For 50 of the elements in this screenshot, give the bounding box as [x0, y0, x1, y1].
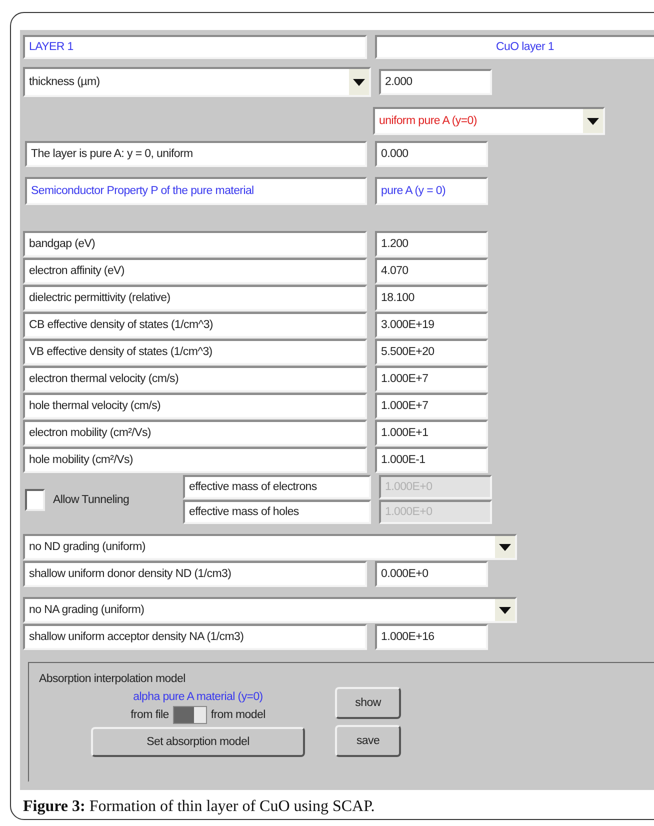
value-field[interactable]: 1.200	[375, 231, 488, 257]
property-header-field: Semiconductor Property P of the pure material	[25, 177, 367, 205]
figure-caption: Figure 3: Formation of thin layer of CuO using SCAP.	[23, 798, 376, 816]
option-label: from model	[210, 709, 266, 721]
value-field[interactable]: 1.000E+7	[375, 393, 488, 419]
property-label: electron mobility (cm²/Vs)	[23, 420, 367, 446]
property-label: CB effective density of states (1/cm^3)	[23, 312, 367, 338]
property-label: hole thermal velocity (cm/s)	[23, 393, 367, 419]
property-label: effective mass of holes	[183, 500, 371, 524]
property-label: VB effective density of states (1/cm^3)	[23, 339, 367, 365]
property-label: bandgap (eV)	[23, 231, 367, 257]
value-field[interactable]: 18.100	[375, 285, 488, 311]
action-button[interactable]: save	[335, 725, 401, 757]
grading-dropdown[interactable]: no NA grading (uniform)	[23, 597, 517, 623]
parameter-dropdown[interactable]: thickness (µm)	[23, 67, 371, 97]
property-label: dielectric permittivity (relative)	[23, 285, 367, 311]
material-label: alpha pure A material (y=0)	[133, 691, 263, 703]
composition-note-field: The layer is pure A: y = 0, uniform	[25, 141, 367, 167]
grading-dropdown[interactable]: no ND grading (uniform)	[23, 534, 517, 560]
caret-icon	[349, 69, 369, 95]
action-button[interactable]: show	[335, 687, 401, 719]
value-field[interactable]: 2.000	[379, 69, 492, 95]
value-field[interactable]: 5.500E+20	[375, 339, 488, 365]
caret-icon	[583, 109, 603, 133]
value-field[interactable]: 3.000E+19	[375, 312, 488, 338]
property-label: hole mobility (cm²/Vs)	[23, 447, 367, 473]
set-absorption-button[interactable]: Set absorption model	[91, 727, 305, 757]
property-label: shallow uniform donor density ND (1/cm3)	[23, 561, 367, 587]
tunneling-checkbox[interactable]	[25, 488, 45, 510]
layer-name-field[interactable]: LAYER 1	[23, 35, 367, 59]
value-field[interactable]: 1.000E+16	[375, 624, 488, 650]
property-label: electron affinity (eV)	[23, 258, 367, 284]
material-field: pure A (y = 0)	[375, 177, 488, 205]
caret-icon	[495, 536, 515, 558]
group-title: Absorption interpolation model	[39, 673, 186, 685]
value-field[interactable]: 0.000	[375, 141, 488, 167]
caret-icon	[495, 599, 515, 621]
source-toggle[interactable]	[172, 706, 207, 724]
property-label: shallow uniform acceptor density NA (1/cm3)	[23, 624, 367, 650]
value-field[interactable]: 4.070	[375, 258, 488, 284]
value-field[interactable]: 0.000E+0	[375, 561, 488, 587]
property-label: effective mass of electrons	[183, 475, 371, 499]
property-label: electron thermal velocity (cm/s)	[23, 366, 367, 392]
value-field[interactable]: 1.000E+7	[375, 366, 488, 392]
layer-title-field[interactable]: CuO layer 1	[375, 35, 654, 59]
checkbox-label: Allow Tunneling	[53, 494, 130, 506]
value-field[interactable]: 1.000E+1	[375, 420, 488, 446]
option-label: from file	[130, 709, 169, 721]
composition-dropdown[interactable]: uniform pure A (y=0)	[373, 107, 605, 135]
value-field[interactable]: 1.000E-1	[375, 447, 488, 473]
